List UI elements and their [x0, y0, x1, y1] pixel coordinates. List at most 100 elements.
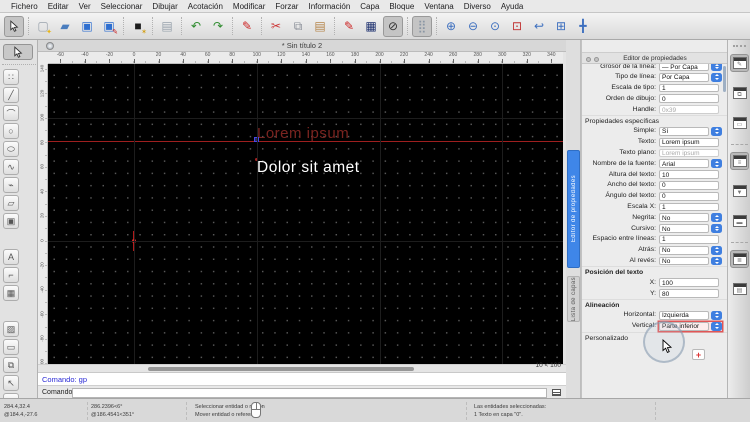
- menu-diverso[interactable]: Diverso: [459, 0, 496, 13]
- dropdown-button[interactable]: [711, 64, 722, 71]
- property-value-tipo-de-linea[interactable]: Por Capa: [659, 72, 709, 82]
- circle-tools-button[interactable]: ○: [3, 123, 19, 139]
- ellipse-tools-button[interactable]: ⬭: [3, 141, 19, 157]
- menu-dibujar[interactable]: Dibujar: [147, 0, 182, 13]
- arc-tools-button[interactable]: ⌒: [3, 105, 19, 121]
- property-value-x[interactable]: 100: [659, 278, 719, 288]
- property-value-orden-de-dibujo[interactable]: 0: [659, 94, 719, 104]
- circle-slash-button[interactable]: ⊘: [383, 15, 403, 37]
- point-tools-button[interactable]: ∷: [3, 69, 19, 85]
- menu-seleccionar[interactable]: Seleccionar: [96, 0, 148, 13]
- dock-drag-handle[interactable]: [733, 45, 746, 47]
- property-value-negrita[interactable]: No: [659, 213, 709, 223]
- grid-toggle-button[interactable]: ⣿: [412, 15, 432, 37]
- snap-tools-button[interactable]: ↖: [3, 375, 19, 391]
- tab-layer-list[interactable]: Lista de capas: [567, 276, 580, 322]
- panel-close-button[interactable]: [586, 56, 591, 62]
- select-button[interactable]: [4, 15, 24, 37]
- dock-property-editor-button[interactable]: ✎: [730, 54, 749, 72]
- copy-button[interactable]: ⧉: [288, 16, 308, 37]
- property-value-escala-x[interactable]: 1: [659, 202, 719, 212]
- dock-clipboard-panel-button[interactable]: ▤: [730, 280, 749, 298]
- dock-library-browser-button[interactable]: ≣: [730, 250, 749, 268]
- text-entity-dolor[interactable]: Dolor sit amet: [257, 159, 360, 177]
- panel-header[interactable]: Editor de propiedades: [582, 52, 728, 64]
- menu-bloque[interactable]: Bloque: [384, 0, 419, 13]
- property-value-espacio-entre-lineas[interactable]: 1: [659, 234, 719, 244]
- zoom-auto-button[interactable]: ⊙: [485, 16, 505, 37]
- zoom-in-button[interactable]: ⊕: [441, 16, 461, 37]
- horizontal-scrollbar[interactable]: 10 < 100: [38, 362, 566, 372]
- text-entity-lorem[interactable]: Lorem ipsum: [257, 125, 349, 142]
- dropdown-button[interactable]: [711, 245, 722, 255]
- dock-block-list-button[interactable]: ▭: [730, 114, 749, 132]
- new-file-button[interactable]: ▢ ✦: [33, 16, 53, 37]
- draw-properties-button[interactable]: ✎: [237, 16, 257, 37]
- undo-button[interactable]: ↶: [186, 16, 206, 37]
- menu-capa[interactable]: Capa: [355, 0, 384, 13]
- dropdown-button[interactable]: [711, 321, 722, 331]
- dock-command-line-button[interactable]: ≡: [730, 152, 749, 170]
- dropdown-button[interactable]: [711, 159, 722, 169]
- property-value-al-reves[interactable]: No: [659, 256, 709, 266]
- dock-property-filter-button[interactable]: ▬: [730, 212, 749, 230]
- dropdown-button[interactable]: [711, 213, 722, 223]
- property-value-atras[interactable]: No: [659, 245, 709, 255]
- panel-scrollbar-thumb[interactable]: [723, 66, 726, 92]
- menu-forzar[interactable]: Forzar: [270, 0, 303, 13]
- menu-fichero[interactable]: Fichero: [6, 0, 43, 13]
- image-tool-button[interactable]: ▦: [3, 285, 19, 301]
- save-button[interactable]: ▣: [77, 16, 97, 37]
- dropdown-button[interactable]: [711, 72, 722, 82]
- menu-informacion[interactable]: Información: [303, 0, 355, 13]
- property-value-cursivo[interactable]: No: [659, 224, 709, 233]
- zoom-window-button[interactable]: ⊡: [507, 16, 527, 37]
- tab-property-editor[interactable]: Editor de propiedades: [567, 150, 580, 268]
- paste-button[interactable]: ▤: [310, 16, 330, 37]
- pan-button[interactable]: ╋: [573, 16, 593, 37]
- property-value-simple[interactable]: Sí: [659, 126, 709, 136]
- cam-export-button[interactable]: ■ ✶: [128, 16, 148, 37]
- shape-tools-button[interactable]: ▱: [3, 195, 19, 211]
- property-value-y[interactable]: 80: [659, 289, 719, 298]
- property-value-horizontal[interactable]: Izquierda: [659, 310, 709, 320]
- property-value-texto-plano[interactable]: Lorem ipsum: [659, 148, 719, 158]
- property-value-altura-del-texto[interactable]: 10: [659, 170, 719, 179]
- open-file-button[interactable]: ▰: [55, 16, 75, 37]
- edit-text-button[interactable]: ✎: [339, 16, 359, 37]
- dropdown-button[interactable]: [711, 126, 722, 136]
- menu-ventana[interactable]: Ventana: [419, 0, 458, 13]
- save-as-button[interactable]: ▣ ✎: [99, 16, 119, 37]
- insert-tools-button[interactable]: ▣: [3, 213, 19, 229]
- spline-tools-button[interactable]: ∿: [3, 159, 19, 175]
- menu-acotacion[interactable]: Acotación: [183, 0, 228, 13]
- property-value-grosor-de-la-linea[interactable]: — Por Capa: [659, 64, 709, 71]
- property-value-texto[interactable]: Lorem ipsum: [659, 137, 719, 147]
- polyline-tools-button[interactable]: ⌁: [3, 177, 19, 193]
- dropdown-button[interactable]: [711, 224, 722, 233]
- property-value-escala-de-tipo[interactable]: 1: [659, 83, 719, 93]
- dock-layer-list-button[interactable]: ⧉: [730, 84, 749, 102]
- menu-editar[interactable]: Editar: [43, 0, 74, 13]
- panel-float-button[interactable]: [594, 56, 599, 62]
- line-tools-button[interactable]: ╱: [3, 87, 19, 103]
- chart-settings-button[interactable]: ▦: [361, 16, 381, 37]
- measure-tools-button[interactable]: ▭: [3, 339, 19, 355]
- dropdown-button[interactable]: [711, 256, 722, 266]
- command-input[interactable]: [72, 387, 547, 398]
- drawing-canvas[interactable]: Lorem ipsum Dolor sit amet: [48, 64, 563, 364]
- dropdown-button[interactable]: [711, 310, 722, 320]
- property-value-ancho-del-texto[interactable]: 0: [659, 180, 719, 190]
- command-options-icon[interactable]: [552, 389, 561, 396]
- zoom-out-button[interactable]: ⊖: [463, 16, 483, 37]
- property-value-angulo-del-texto[interactable]: 0: [659, 191, 719, 201]
- dimension-tools-button[interactable]: ⌐: [3, 267, 19, 283]
- scrollbar-thumb[interactable]: [148, 367, 414, 371]
- redo-button[interactable]: ↷: [208, 16, 228, 37]
- cut-button[interactable]: ✂: [266, 16, 286, 37]
- modify-tools-button[interactable]: ⧉: [3, 357, 19, 373]
- property-value-handle[interactable]: 0x39: [659, 105, 719, 114]
- zoom-previous-button[interactable]: ↩: [529, 16, 549, 37]
- menu-ver[interactable]: Ver: [74, 0, 96, 13]
- hatch-tool-button[interactable]: ▨: [3, 321, 19, 337]
